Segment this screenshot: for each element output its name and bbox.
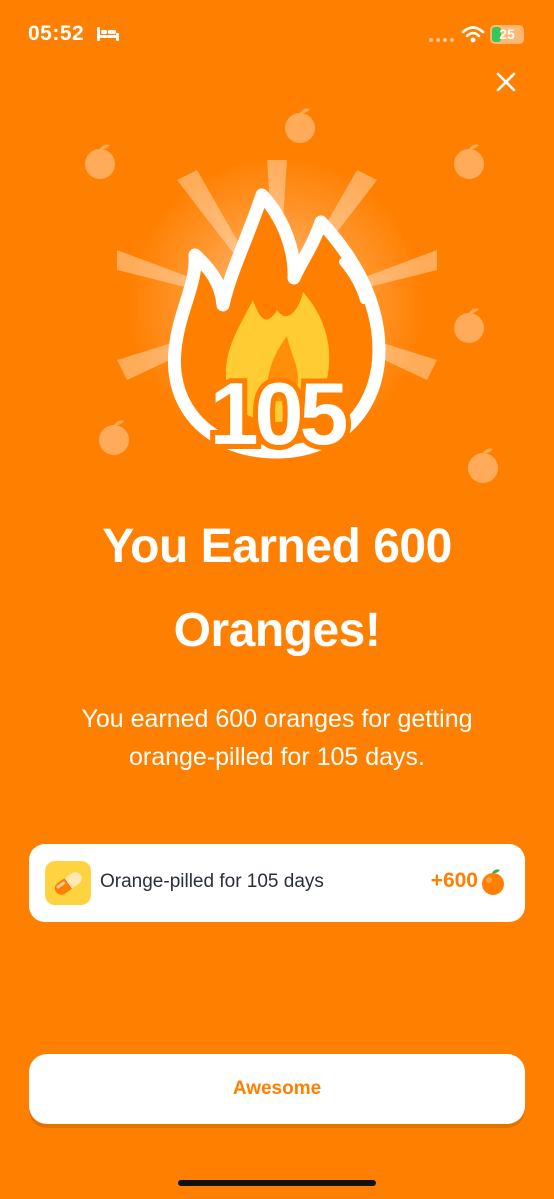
- close-icon[interactable]: [490, 66, 522, 98]
- orange-icon: [454, 144, 484, 179]
- orange-icon: [482, 869, 504, 895]
- awesome-button-label: Awesome: [232, 1078, 322, 1099]
- home-indicator[interactable]: [178, 1180, 376, 1186]
- bed-icon: [97, 27, 119, 41]
- streak-count: 105: [210, 364, 347, 463]
- awesome-button[interactable]: Awesome: [29, 1054, 525, 1124]
- status-bar: 05:52 25: [0, 0, 554, 70]
- pill-icon: [45, 861, 91, 905]
- reward-card: Orange-pilled for 105 days +600: [29, 844, 525, 922]
- subtext: You earned 600 oranges for getting orang…: [81, 705, 473, 771]
- battery-level: 25: [499, 26, 515, 42]
- headline: You Earned 600 Oranges!: [102, 520, 452, 657]
- signal-icon: [429, 38, 454, 42]
- wifi-icon: [461, 26, 485, 43]
- reward-label: Orange-pilled for 105 days: [100, 871, 324, 892]
- streak-flame-badge: 105: [117, 160, 437, 468]
- orange-icon: [454, 308, 484, 343]
- status-time: 05:52: [28, 22, 85, 45]
- orange-icon: [468, 448, 498, 483]
- battery-charging-icon: 25: [490, 25, 524, 44]
- orange-icon: [285, 108, 315, 143]
- orange-icon: [85, 144, 115, 179]
- reward-amount: +600: [430, 869, 478, 892]
